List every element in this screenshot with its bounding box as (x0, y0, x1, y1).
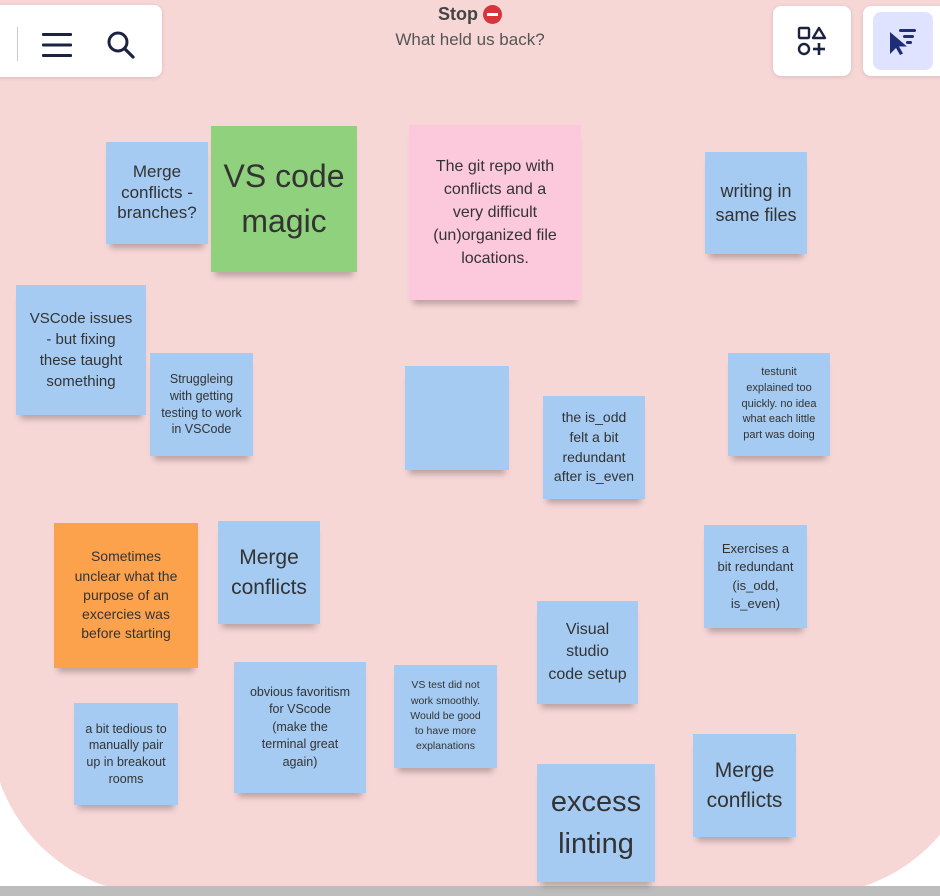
sticky-note-text: Struggleing with getting testing to work… (161, 372, 242, 437)
sticky-note[interactable]: Merge conflicts (693, 734, 796, 837)
sticky-note[interactable]: VS code magic (211, 126, 357, 272)
sticky-note[interactable]: writing in same files (705, 152, 807, 254)
sticky-note-text: obvious favoritism for VScode (make the … (249, 684, 351, 769)
sticky-note[interactable]: Visual studio code setup (537, 601, 638, 704)
sticky-note-text: Merge conflicts - branches? (117, 161, 197, 223)
sticky-note[interactable]: obvious favoritism for VScode (make the … (234, 662, 366, 793)
sticky-note-text: the is_odd felt a bit redundant after is… (553, 409, 635, 485)
sticky-note-text: testunit explained too quickly. no idea … (741, 366, 817, 441)
board-scrollbar[interactable] (0, 886, 940, 896)
sticky-note-text: excess linting (550, 785, 642, 860)
search-button[interactable] (101, 25, 141, 65)
presenter-mode-button[interactable] (863, 6, 940, 76)
sticky-note-text: The git repo with conflicts and a very d… (433, 157, 557, 268)
sticky-note[interactable]: the is_odd felt a bit redundant after is… (543, 396, 645, 499)
add-shapes-button[interactable] (773, 6, 851, 76)
sticky-note[interactable]: Exercises a bit redundant (is_odd, is_ev… (704, 525, 807, 628)
menu-button[interactable] (37, 25, 77, 65)
sticky-note[interactable]: Merge conflicts (218, 521, 320, 624)
section-subtitle: What held us back? (395, 30, 545, 49)
sticky-note-text: Sometimes unclear what the purpose of an… (74, 548, 178, 642)
sticky-note[interactable]: excess linting (537, 764, 655, 882)
sticky-note[interactable]: testunit explained too quickly. no idea … (728, 353, 830, 456)
sticky-note-text: a bit tedious to manually pair up in bre… (85, 721, 167, 786)
sticky-note-text: VSCode issues - but fixing these taught … (29, 310, 133, 390)
sticky-note-text: writing in same files (715, 180, 797, 225)
sticky-note[interactable]: The git repo with conflicts and a very d… (409, 125, 581, 300)
section-header: Stop What held us back? (350, 4, 590, 50)
menu-icon (42, 33, 72, 57)
sticky-note[interactable] (405, 366, 509, 470)
sticky-note-text: VS test did not work smoothly. Would be … (410, 679, 481, 753)
sticky-note[interactable]: VSCode issues - but fixing these taught … (16, 285, 146, 415)
shapes-add-icon (797, 26, 827, 56)
sticky-note-text: Visual studio code setup (548, 620, 627, 683)
toolbar-divider (17, 27, 18, 61)
sticky-note-text: VS code magic (223, 158, 345, 239)
main-toolbar (0, 5, 162, 77)
presenter-active-indicator (873, 12, 933, 70)
stop-icon (483, 5, 502, 24)
search-icon (107, 31, 135, 59)
sticky-note[interactable]: Struggleing with getting testing to work… (150, 353, 253, 456)
sticky-note[interactable]: Sometimes unclear what the purpose of an… (54, 523, 198, 668)
sticky-note-text: Exercises a bit redundant (is_odd, is_ev… (717, 541, 794, 611)
sticky-note[interactable]: VS test did not work smoothly. Would be … (394, 665, 497, 768)
section-title: Stop (438, 4, 478, 24)
sticky-note[interactable]: a bit tedious to manually pair up in bre… (74, 703, 178, 805)
sticky-note-text: Merge conflicts (706, 759, 783, 812)
sticky-note[interactable]: Merge conflicts - branches? (106, 142, 208, 244)
presenter-pointer-icon (890, 29, 916, 55)
sticky-note-text: Merge conflicts (231, 546, 307, 599)
